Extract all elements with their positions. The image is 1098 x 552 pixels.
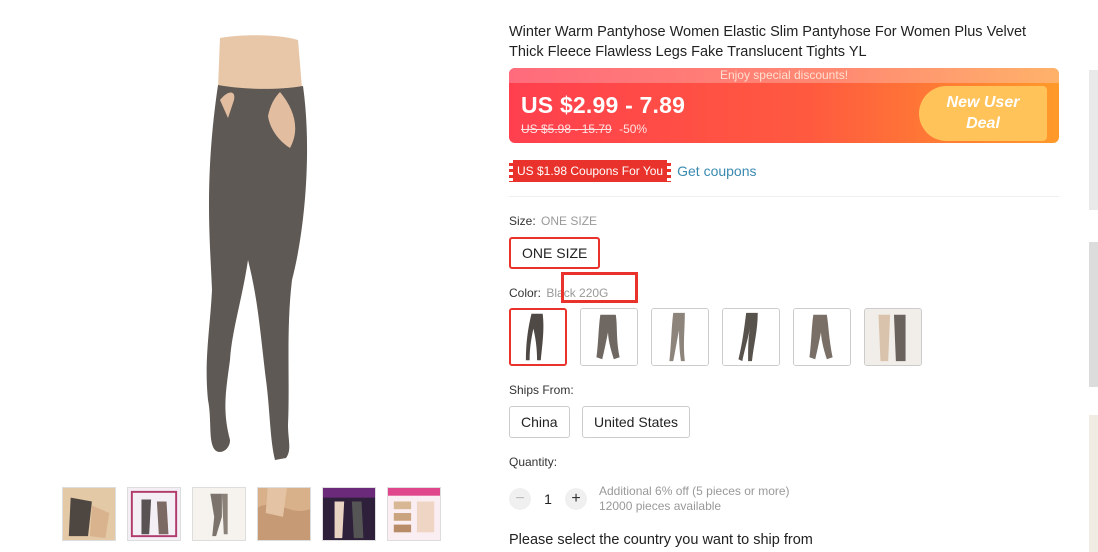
size-label: Size: <box>509 214 536 228</box>
quantity-value[interactable]: 1 <box>531 491 565 507</box>
thumbnail-5[interactable] <box>322 487 376 541</box>
color-swatches <box>509 308 922 366</box>
size-label-row: Size: ONE SIZE <box>509 214 597 228</box>
discount-percent: -50% <box>619 122 648 136</box>
edge-item-2 <box>1089 242 1098 387</box>
shipping-note: Please select the country you want to sh… <box>509 532 813 548</box>
thumbnail-4[interactable] <box>257 487 311 541</box>
size-selected-value: ONE SIZE <box>541 214 598 228</box>
ship-option-united-states[interactable]: United States <box>582 406 691 438</box>
bulk-discount-text: Additional 6% off (5 pieces or more) <box>599 484 790 498</box>
original-price: US $5.98 - 15.79 <box>521 122 612 136</box>
quantity-increment-button[interactable]: + <box>565 488 587 510</box>
new-user-deal-badge[interactable]: New User Deal <box>919 86 1047 141</box>
ship-option-china[interactable]: China <box>509 406 570 438</box>
thumbnail-strip <box>62 487 441 541</box>
thumbnail-1[interactable] <box>62 487 116 541</box>
edge-item-3 <box>1089 415 1098 552</box>
color-swatch-1[interactable] <box>509 308 567 366</box>
color-swatch-6[interactable] <box>864 308 922 366</box>
divider <box>509 196 1059 197</box>
thumbnail-3[interactable] <box>192 487 246 541</box>
color-label: Color: <box>509 286 542 300</box>
get-coupons-link[interactable]: Get coupons <box>677 163 756 179</box>
badge-line-1: New User <box>946 94 1020 111</box>
quantity-info: Additional 6% off (5 pieces or more) 120… <box>599 484 790 514</box>
stock-available-text: 12000 pieces available <box>599 499 722 513</box>
current-price: US $2.99 - 7.89 <box>521 92 686 118</box>
edge-item-1 <box>1089 70 1098 210</box>
main-product-image[interactable] <box>120 30 360 470</box>
color-swatch-4[interactable] <box>722 308 780 366</box>
badge-line-2: Deal <box>966 115 1000 132</box>
recommendation-column-edge <box>1089 0 1098 552</box>
thumbnail-6[interactable] <box>387 487 441 541</box>
thumbnail-2[interactable] <box>127 487 181 541</box>
promo-strip: Enjoy special discounts! <box>509 68 1059 83</box>
quantity-decrement-button[interactable]: − <box>509 488 531 510</box>
color-swatch-3[interactable] <box>651 308 709 366</box>
original-price-row: US $5.98 - 15.79 -50% <box>521 122 647 136</box>
color-swatch-5[interactable] <box>793 308 851 366</box>
coupon-tag: US $1.98 Coupons For You <box>509 160 672 182</box>
coupon-row: US $1.98 Coupons For You Get coupons <box>509 160 757 182</box>
color-swatch-2[interactable] <box>580 308 638 366</box>
price-banner: Enjoy special discounts! US $2.99 - 7.89… <box>509 68 1059 143</box>
ships-from-label: Ships From: <box>509 383 574 397</box>
product-title: Winter Warm Pantyhose Women Elastic Slim… <box>509 24 1027 60</box>
quantity-stepper: − 1 + Additional 6% off (5 pieces or mor… <box>509 484 790 514</box>
highlight-annotation-box <box>561 272 638 303</box>
quantity-label: Quantity: <box>509 455 558 469</box>
size-option-one-size[interactable]: ONE SIZE <box>509 237 601 269</box>
